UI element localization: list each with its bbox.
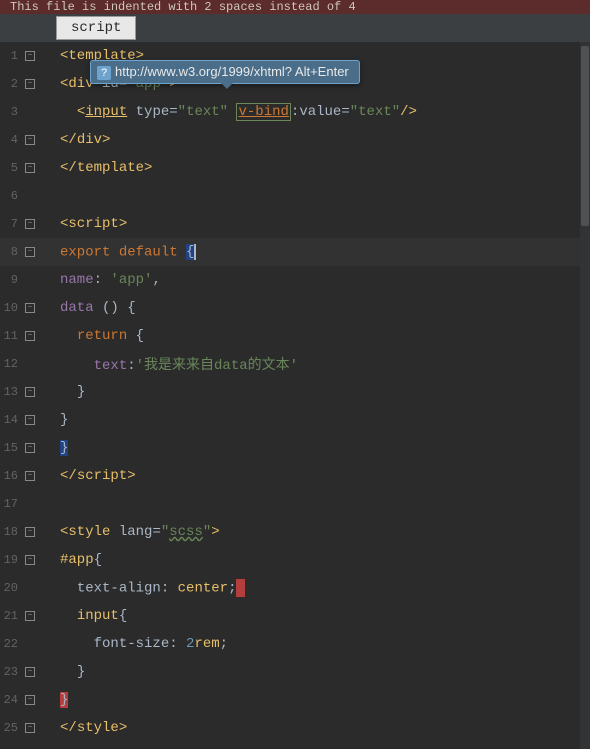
fold-icon[interactable]: − <box>25 135 35 145</box>
line-number: 12 <box>0 357 22 371</box>
current-line[interactable]: 8 − export default { <box>0 238 590 266</box>
fold-icon[interactable]: − <box>25 163 35 173</box>
fold-icon[interactable]: − <box>25 79 35 89</box>
text-caret <box>194 244 196 260</box>
breadcrumb-tab-script[interactable]: script <box>56 16 136 40</box>
fold-icon[interactable]: − <box>25 247 35 257</box>
line-number: 1 <box>0 49 22 63</box>
help-icon: ? <box>97 66 111 80</box>
fold-icon[interactable]: − <box>25 667 35 677</box>
line-number: 11 <box>0 329 22 343</box>
line-number: 14 <box>0 413 22 427</box>
lint-warning-text: This file is indented with 2 spaces inst… <box>10 0 356 14</box>
fold-icon[interactable]: − <box>25 527 35 537</box>
line-number: 13 <box>0 385 22 399</box>
fold-icon[interactable]: − <box>25 611 35 621</box>
line-number: 2 <box>0 77 22 91</box>
line-number: 15 <box>0 441 22 455</box>
line-number: 19 <box>0 553 22 567</box>
line-number: 16 <box>0 469 22 483</box>
fold-icon[interactable]: − <box>25 51 35 61</box>
tooltip-text: http://www.w3.org/1999/xhtml? Alt+Enter <box>115 64 349 79</box>
line-number: 20 <box>0 581 22 595</box>
intention-tooltip[interactable]: ? http://www.w3.org/1999/xhtml? Alt+Enter <box>90 60 360 84</box>
vertical-scrollbar[interactable] <box>580 42 590 749</box>
line-number: 18 <box>0 525 22 539</box>
line-number: 22 <box>0 637 22 651</box>
fold-icon[interactable]: − <box>25 443 35 453</box>
line-number: 4 <box>0 133 22 147</box>
line-number: 8 <box>0 245 22 259</box>
fold-icon[interactable]: − <box>25 555 35 565</box>
breadcrumb-bar: script <box>0 14 590 42</box>
fold-icon[interactable]: − <box>25 331 35 341</box>
fold-icon[interactable]: − <box>25 387 35 397</box>
line-number: 9 <box>0 273 22 287</box>
fold-icon[interactable]: − <box>25 723 35 733</box>
fold-icon[interactable]: − <box>25 471 35 481</box>
fold-icon[interactable]: − <box>25 415 35 425</box>
lint-warning-bar: This file is indented with 2 spaces inst… <box>0 0 590 14</box>
line-number: 7 <box>0 217 22 231</box>
line-number: 24 <box>0 693 22 707</box>
line-number: 5 <box>0 161 22 175</box>
line-number: 3 <box>0 105 22 119</box>
selection-block <box>236 579 245 597</box>
code-editor[interactable]: ? http://www.w3.org/1999/xhtml? Alt+Enter… <box>0 42 590 742</box>
line-number: 21 <box>0 609 22 623</box>
scrollbar-thumb[interactable] <box>581 46 589 226</box>
line-number: 10 <box>0 301 22 315</box>
line-number: 23 <box>0 665 22 679</box>
fold-icon[interactable]: − <box>25 303 35 313</box>
line-number: 25 <box>0 721 22 735</box>
fold-icon[interactable]: − <box>25 219 35 229</box>
line-number: 17 <box>0 497 22 511</box>
fold-icon[interactable]: − <box>25 695 35 705</box>
line-number: 6 <box>0 189 22 203</box>
